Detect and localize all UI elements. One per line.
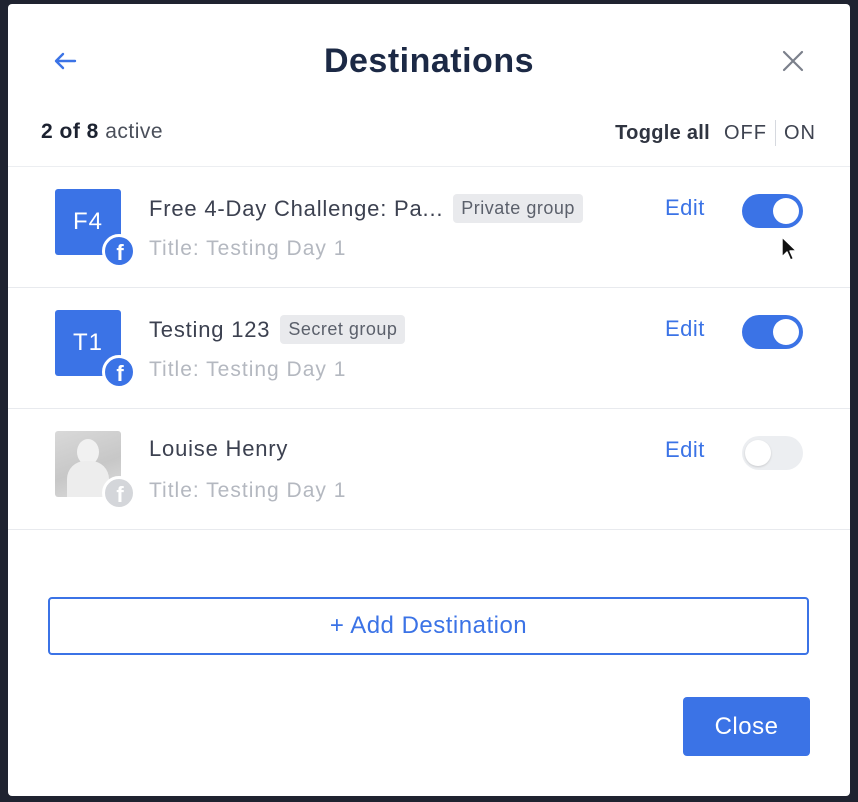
destination-name-line: Testing 123 Secret group [149,315,406,344]
edit-link[interactable]: Edit [665,316,705,342]
destination-subtitle: Title: Testing Day 1 [149,358,347,381]
destination-name: Louise Henry [149,436,289,461]
destination-row: f Louise Henry Title: Testing Day 1 Edit [8,409,850,530]
add-destination-button[interactable]: + Add Destination [48,597,809,655]
destination-row: T1 f Testing 123 Secret group Title: Tes… [8,288,850,409]
toggle-knob [773,319,799,345]
toggle-all-off-button[interactable]: OFF [724,122,767,145]
toggle-all-control: Toggle all OFF ON [615,120,816,146]
active-count-label: active [105,120,164,143]
destination-name-line: Louise Henry [149,436,288,462]
destination-list: F4 f Free 4-Day Challenge: Pa... Private… [8,166,850,530]
destination-row: F4 f Free 4-Day Challenge: Pa... Private… [8,167,850,288]
toggle-all-label: Toggle all [615,121,710,144]
destination-subtitle: Title: Testing Day 1 [149,237,347,260]
group-type-badge: Private group [453,194,583,223]
destination-toggle[interactable] [742,194,803,228]
edit-link[interactable]: Edit [665,437,705,463]
modal-title: Destinations [323,42,535,80]
facebook-icon: f [102,476,136,510]
destination-subtitle: Title: Testing Day 1 [149,479,347,502]
edit-link[interactable]: Edit [665,195,705,221]
destination-toggle[interactable] [742,436,803,470]
toggle-knob [745,440,771,466]
destination-name: Testing 123 [149,316,271,342]
close-button[interactable]: Close [683,697,810,756]
modal-header: Destinations [8,4,850,124]
toggle-all-divider [775,120,776,146]
active-count-number: 2 of 8 [41,120,99,143]
active-count: 2 of 8 active [41,120,163,144]
destinations-modal: Destinations 2 of 8 active Toggle all OF… [8,4,850,796]
destination-name-line: Free 4-Day Challenge: Pa... Private grou… [149,194,583,223]
facebook-icon: f [102,355,136,389]
toggle-all-on-button[interactable]: ON [784,122,816,145]
destination-toggle[interactable] [742,315,803,349]
close-x-button[interactable] [778,46,808,76]
destination-name: Free 4-Day Challenge: Pa... [149,195,444,221]
toggle-knob [773,198,799,224]
group-type-badge: Secret group [280,315,406,344]
close-icon [782,50,804,72]
facebook-icon: f [102,234,136,268]
